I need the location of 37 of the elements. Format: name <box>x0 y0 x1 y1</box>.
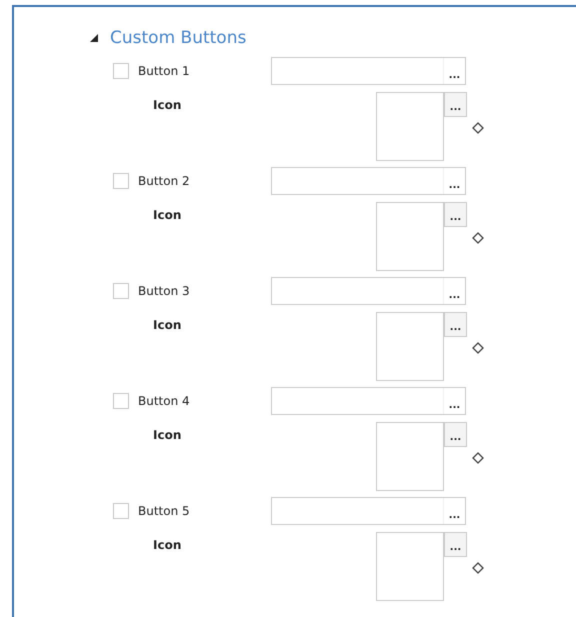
icon-preview-box[interactable] <box>376 92 444 161</box>
browse-button[interactable]: ... <box>444 312 467 337</box>
icon-preview-box[interactable] <box>376 422 444 491</box>
section-title: Custom Buttons <box>110 28 246 48</box>
browse-button[interactable]: ... <box>444 202 467 227</box>
icon-label: Icon <box>153 98 182 114</box>
button-label: Button 5 <box>138 504 191 518</box>
icon-label: Icon <box>153 318 182 334</box>
diamond-icon[interactable] <box>472 342 484 354</box>
checkbox[interactable] <box>113 503 129 519</box>
text-field[interactable]: ... <box>271 387 466 415</box>
icon-label: Icon <box>153 208 182 224</box>
diamond-icon[interactable] <box>472 232 484 244</box>
browse-button[interactable]: ... <box>444 532 467 557</box>
checkbox[interactable] <box>113 283 129 299</box>
text-field[interactable]: ... <box>271 57 466 85</box>
checkbox[interactable] <box>113 393 129 409</box>
checkbox[interactable] <box>113 173 129 189</box>
collapse-arrow-icon[interactable] <box>89 33 99 43</box>
button-label: Button 2 <box>138 174 191 188</box>
icon-preview-box[interactable] <box>376 532 444 601</box>
checkbox[interactable] <box>113 63 129 79</box>
button-label: Button 4 <box>138 394 191 408</box>
diamond-icon[interactable] <box>472 562 484 574</box>
icon-label: Icon <box>153 538 182 554</box>
icon-preview-box[interactable] <box>376 312 444 381</box>
icon-label: Icon <box>153 428 182 444</box>
diamond-icon[interactable] <box>472 122 484 134</box>
button-label: Button 1 <box>138 64 191 78</box>
text-field[interactable]: ... <box>271 167 466 195</box>
diamond-icon[interactable] <box>472 452 484 464</box>
browse-button[interactable]: ... <box>444 422 467 447</box>
button-label: Button 3 <box>138 284 191 298</box>
icon-preview-box[interactable] <box>376 202 444 271</box>
text-field[interactable]: ... <box>271 277 466 305</box>
browse-button[interactable]: ... <box>444 92 467 117</box>
text-field[interactable]: ... <box>271 497 466 525</box>
